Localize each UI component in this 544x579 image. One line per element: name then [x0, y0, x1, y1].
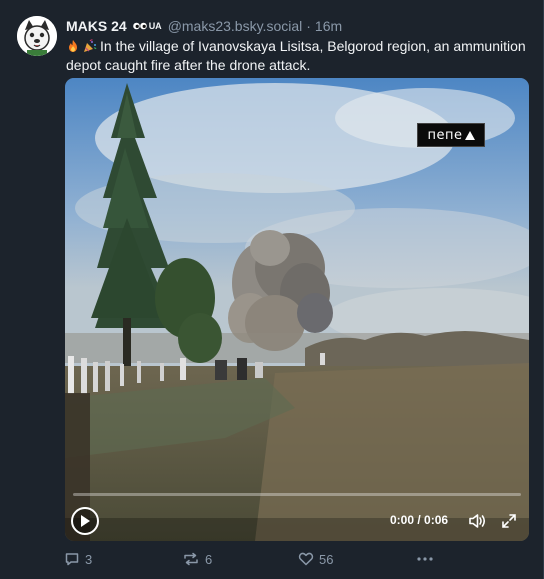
- dog-avatar-icon: [17, 16, 57, 56]
- party-popper-icon: [84, 39, 97, 52]
- post-actions: 3 6 56: [64, 549, 464, 569]
- reply-button[interactable]: 3: [64, 549, 92, 569]
- fire-icon: [69, 40, 77, 52]
- reply-icon: [65, 553, 79, 566]
- reply-count: 3: [85, 551, 93, 567]
- post-card[interactable]: MAKS 24 UA @maks23.bsky.social · 16m In …: [0, 0, 544, 579]
- post-header: MAKS 24 UA @maks23.bsky.social · 16m: [66, 17, 526, 35]
- separator-dot: ·: [306, 18, 311, 34]
- video-progress-bar[interactable]: [73, 493, 521, 496]
- like-count: 56: [319, 551, 334, 567]
- author-display-name[interactable]: MAKS 24: [66, 17, 127, 35]
- avatar[interactable]: [17, 16, 57, 56]
- video-timecode: 0:00 / 0:06: [390, 513, 449, 527]
- user-badge: UA: [132, 17, 162, 35]
- watermark-triangle-icon: [464, 130, 475, 140]
- heart-icon: [298, 552, 314, 566]
- badge-label: UA: [148, 21, 162, 31]
- author-handle[interactable]: @maks23.bsky.social: [168, 17, 303, 35]
- video-player[interactable]: пепе 0:00 / 0:06: [65, 78, 529, 541]
- post-text: In the village of Ivanovskaya Lisitsa, B…: [66, 38, 526, 73]
- more-dots-icon: [417, 557, 433, 561]
- eyes-icon: [132, 22, 147, 30]
- like-button[interactable]: 56: [298, 549, 333, 569]
- watermark-text: пепе: [427, 127, 463, 143]
- volume-icon[interactable]: [467, 511, 487, 531]
- more-options-button[interactable]: [416, 549, 439, 569]
- post-body: In the village of Ivanovskaya Lisitsa, B…: [66, 37, 526, 75]
- watermark-logo: пепе: [417, 123, 485, 147]
- post-time[interactable]: 16m: [315, 17, 342, 35]
- video-frame: [65, 78, 529, 541]
- play-button[interactable]: [71, 507, 99, 535]
- repost-icon: [184, 552, 198, 566]
- fullscreen-icon[interactable]: [501, 513, 517, 529]
- repost-button[interactable]: 6: [182, 549, 212, 569]
- play-icon: [81, 515, 90, 527]
- repost-count: 6: [205, 551, 213, 567]
